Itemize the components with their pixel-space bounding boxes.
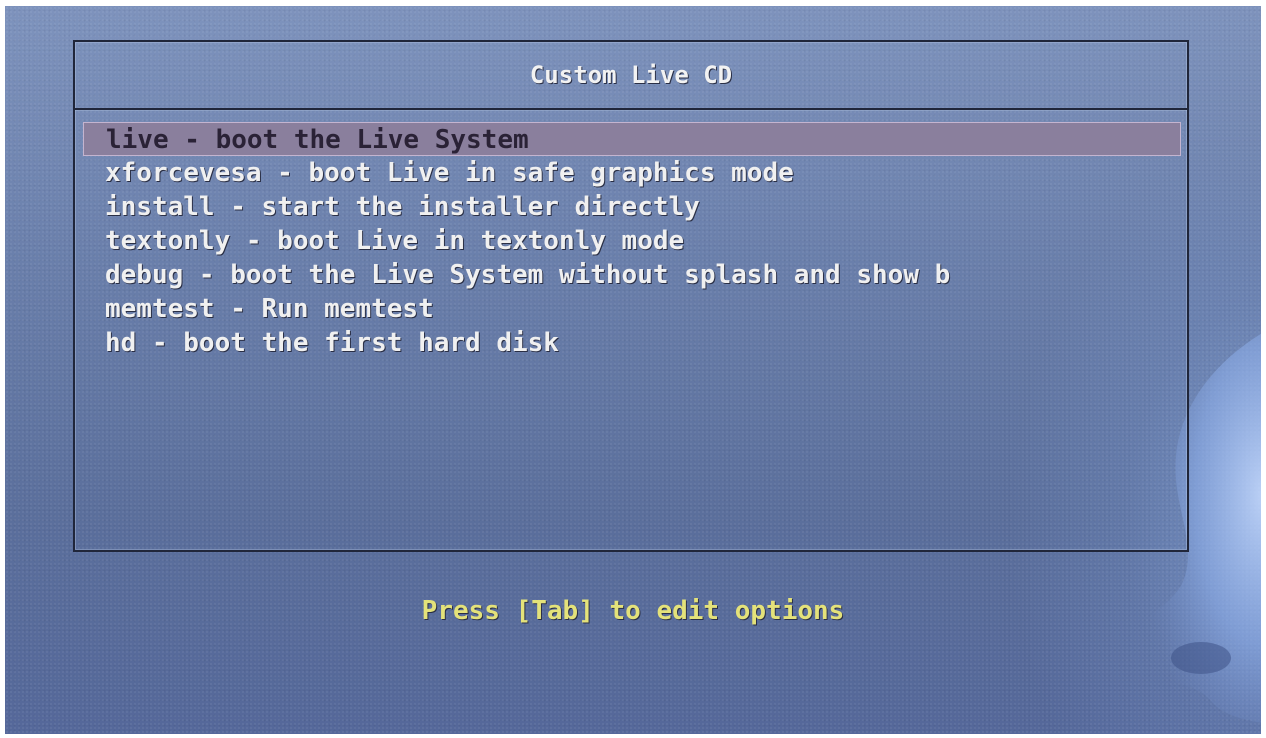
boot-screen: Custom Live CD live - boot the Live Syst… <box>5 6 1261 734</box>
menu-title: Custom Live CD <box>75 42 1187 110</box>
boot-menu: Custom Live CD live - boot the Live Syst… <box>73 40 1189 552</box>
menu-item-textonly[interactable]: textonly - boot Live in textonly mode <box>75 224 1187 258</box>
menu-item-debug[interactable]: debug - boot the Live System without spl… <box>75 258 1187 292</box>
menu-item-install[interactable]: install - start the installer directly <box>75 190 1187 224</box>
menu-item-xforcevesa[interactable]: xforcevesa - boot Live in safe graphics … <box>75 156 1187 190</box>
menu-item-memtest[interactable]: memtest - Run memtest <box>75 292 1187 326</box>
menu-item-hd[interactable]: hd - boot the first hard disk <box>75 326 1187 360</box>
menu-item-live[interactable]: live - boot the Live System <box>83 122 1181 156</box>
edit-options-hint: Press [Tab] to edit options <box>421 596 845 626</box>
menu-list: live - boot the Live System xforcevesa -… <box>75 122 1187 360</box>
